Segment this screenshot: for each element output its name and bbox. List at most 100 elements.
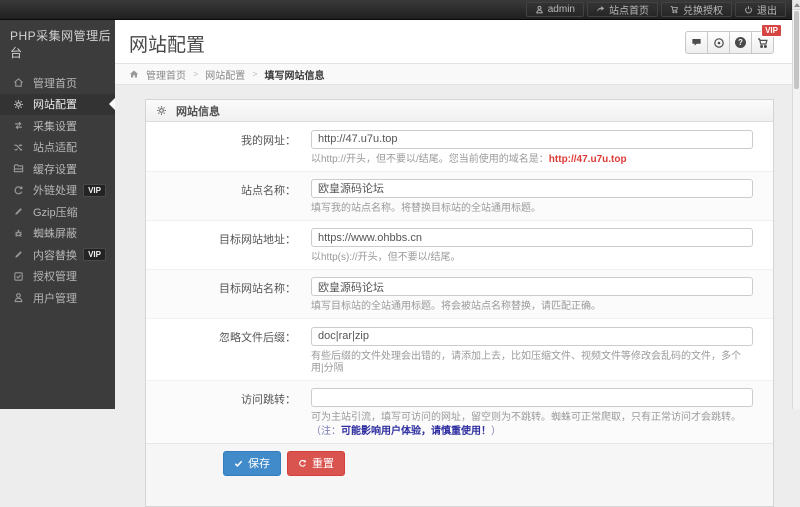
main-panel-wrapper: 网站信息 我的网址： 以http://开头，但不要以/结尾。您当前使用的域名是：… — [115, 85, 792, 507]
topbar-logout-label: 退出 — [757, 6, 777, 17]
check-square-icon — [14, 272, 23, 281]
reset-button-label: 重置 — [312, 458, 334, 470]
sidebar-item-collect-settings[interactable]: 采集设置 — [0, 115, 115, 137]
sidebar-item-license[interactable]: 授权管理 — [0, 266, 115, 288]
check-icon — [234, 460, 243, 467]
form-row-target-name: 目标网站名称： 填写目标站的全站通用标题。将会被站点名称替换，请匹配正确。 — [146, 269, 773, 318]
sidebar-item-label: 采集设置 — [33, 120, 77, 133]
comment-button[interactable] — [685, 31, 708, 54]
topbar-logout-button[interactable]: 退出 — [735, 2, 786, 17]
gear-icon — [14, 99, 23, 109]
breadcrumb-item-site-config[interactable]: 网站配置 — [205, 67, 245, 82]
target-name-input[interactable] — [311, 277, 753, 296]
vip-badge: VIP — [83, 248, 106, 262]
sidebar-menu: 管理首页 网站配置 采集设置 站点适配 缓存设置 外链处理 VIP Gzip压缩 — [0, 72, 115, 309]
sidebar-item-external-links[interactable]: 外链处理 VIP — [0, 180, 115, 202]
vip-badge: VIP — [83, 183, 106, 197]
sidebar-item-content-replace[interactable]: 内容替换 VIP — [0, 244, 115, 266]
pencil-icon — [15, 208, 22, 215]
home-icon — [129, 70, 139, 78]
sidebar-item-gzip[interactable]: Gzip压缩 — [0, 201, 115, 223]
shuffle-icon — [14, 143, 23, 151]
breadcrumb-separator: > — [252, 69, 258, 79]
spider-icon — [15, 229, 22, 237]
field-help: 以http(s)://开头，但不要以/结尾。 — [311, 252, 461, 263]
form-row-site-name: 站点名称： 填写我的站点名称。将替换目标站的全站通用标题。 — [146, 170, 773, 220]
sidebar-item-users[interactable]: 用户管理 — [0, 287, 115, 309]
topbar-site-home-button[interactable]: 站点首页 — [587, 2, 658, 17]
vip-tag: VIP — [761, 24, 782, 37]
field-help: 填写我的站点名称。将替换目标站的全站通用标题。 — [311, 202, 541, 214]
form-row-my-url: 我的网址： 以http://开头，但不要以/结尾。您当前使用的域名是：http:… — [146, 122, 773, 171]
page-header: 网站配置 VIP — [115, 20, 792, 63]
ignore-ext-input[interactable] — [311, 326, 753, 346]
current-domain-link[interactable]: http://47.u7u.top — [549, 154, 627, 165]
sidebar-item-label: 授权管理 — [33, 271, 77, 284]
form-rows: 我的网址： 以http://开头，但不要以/结尾。您当前使用的域名是：http:… — [146, 122, 773, 443]
note-bold-text: 可能影响用户体验，请慎重使用！ — [341, 426, 491, 437]
reset-icon — [299, 459, 306, 467]
target-url-input[interactable] — [311, 228, 753, 247]
breadcrumb-item-current: 填写网站信息 — [264, 70, 325, 82]
topbar-redeem-button[interactable]: 兑换授权 — [661, 2, 732, 17]
sidebar-item-label: 站点适配 — [33, 142, 77, 155]
record-button[interactable] — [707, 31, 730, 54]
comment-icon — [692, 39, 701, 46]
form-row-visit-redirect: 访问跳转： 可为主站引流，填写可访问的网址，留空则为不跳转。蜘蛛可正常爬取，只有… — [146, 379, 773, 443]
field-label: 目标网站地址： — [219, 233, 296, 246]
field-help: 可为主站引流，填写可访问的网址，留空则为不跳转。蜘蛛可正常爬取，只有正常访问才会… — [311, 412, 741, 423]
sidebar-item-site-adapt[interactable]: 站点适配 — [0, 137, 115, 159]
form-row-ignore-ext: 忽略文件后缀： 有些后缀的文件处理会出错的，请添加上去，比如压缩文件、视频文件等… — [146, 318, 773, 380]
refresh-icon — [14, 185, 23, 195]
sidebar-item-label: 蜘蛛屏蔽 — [33, 228, 77, 241]
scrollbar[interactable] — [792, 0, 800, 409]
reset-button[interactable]: 重置 — [287, 451, 345, 476]
help-button[interactable] — [729, 31, 752, 54]
panel-footer: 保存 重置 — [146, 443, 773, 506]
gear-icon — [157, 106, 166, 115]
user-icon — [535, 5, 543, 14]
topbar-admin-button[interactable]: admin — [525, 2, 584, 17]
field-help: 有些后缀的文件处理会出错的，请添加上去，比如压缩文件、视频文件等修改会乱码的文件… — [311, 350, 741, 374]
topbar-menu: admin 站点首页 兑换授权 退出 — [525, 2, 786, 17]
sidebar-item-label: Gzip压缩 — [33, 206, 78, 219]
buy-vip-button[interactable]: VIP — [751, 24, 782, 54]
pencil-icon — [15, 251, 22, 258]
field-label: 目标网站名称： — [219, 283, 296, 295]
app-logo: PHP采集网管理后台 — [10, 29, 112, 60]
folder-icon — [13, 164, 24, 173]
save-button-label: 保存 — [248, 458, 270, 470]
sidebar-item-cache-settings[interactable]: 缓存设置 — [0, 158, 115, 180]
panel-title: 网站信息 — [176, 105, 220, 118]
my-url-input[interactable] — [311, 129, 753, 149]
visit-redirect-input[interactable] — [311, 388, 753, 407]
topbar: admin 站点首页 兑换授权 退出 — [0, 0, 800, 20]
site-name-input[interactable] — [311, 178, 753, 198]
scrollbar-up-arrow[interactable] — [793, 0, 800, 10]
scrollbar-thumb[interactable] — [794, 11, 799, 89]
sidebar-item-dashboard[interactable]: 管理首页 — [0, 72, 115, 94]
form-row-target-url: 目标网站地址： 以http(s)://开头，但不要以/结尾。 — [146, 219, 773, 270]
note-text: ） — [491, 426, 501, 437]
sidebar: PHP采集网管理后台 管理首页 网站配置 采集设置 站点适配 缓存设置 外链处理… — [0, 20, 115, 409]
topbar-redeem-label: 兑换授权 — [683, 6, 723, 17]
cart-icon — [757, 37, 768, 48]
collect-icon — [15, 122, 22, 130]
note-text: （注： — [311, 426, 341, 437]
field-label: 站点名称： — [241, 184, 296, 197]
save-button[interactable]: 保存 — [223, 451, 281, 476]
power-icon — [745, 6, 752, 14]
share-icon — [597, 6, 605, 13]
field-label: 忽略文件后缀： — [219, 332, 296, 344]
sidebar-item-site-config[interactable]: 网站配置 — [0, 93, 115, 115]
field-note: （注：可能影响用户体验，请慎重使用！） — [311, 426, 753, 438]
breadcrumb-separator: > — [193, 69, 199, 79]
sidebar-item-label: 网站配置 — [33, 99, 77, 112]
field-label: 访问跳转： — [241, 393, 296, 406]
sidebar-item-spider-block[interactable]: 蜘蛛屏蔽 — [0, 223, 115, 245]
sidebar-item-label: 管理首页 — [33, 77, 77, 90]
breadcrumb-item-home[interactable]: 管理首页 — [146, 67, 186, 82]
topbar-site-home-label: 站点首页 — [609, 6, 649, 17]
panel-header: 网站信息 — [146, 100, 773, 122]
header-toolbar: VIP — [685, 24, 782, 54]
